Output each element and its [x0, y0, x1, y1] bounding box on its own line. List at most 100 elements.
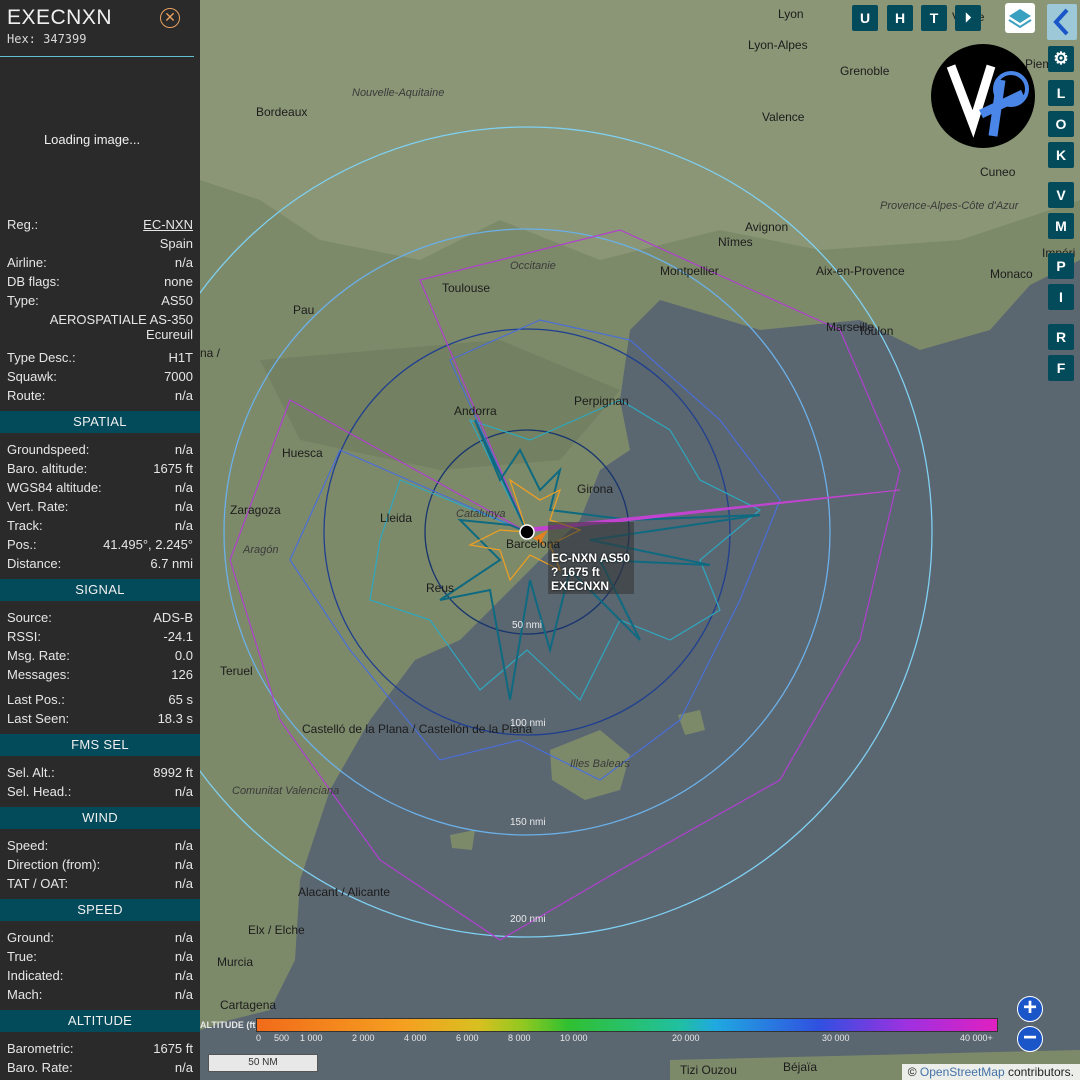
map-label: Monaco — [990, 267, 1033, 281]
section-signal[interactable]: SIGNAL — [0, 579, 200, 601]
map-label: Nouvelle-Aquitaine — [352, 87, 445, 99]
map-label: Grenoble — [840, 64, 890, 78]
signal-value: ADS-B — [153, 610, 193, 625]
map-label: na / — [200, 346, 221, 360]
speed-key: Ground: — [7, 930, 54, 945]
section-speed[interactable]: SPEED — [0, 899, 200, 921]
button-u[interactable]: U — [852, 5, 878, 31]
legend-tick: 2 000 — [352, 1033, 375, 1043]
zoom-in-button[interactable]: + — [1017, 996, 1043, 1022]
spatial-row: Distance: 6.7 nmi — [7, 554, 193, 573]
button-o[interactable]: O — [1048, 111, 1074, 137]
fms-value: 8992 ft — [153, 765, 193, 780]
aircraft-map-label[interactable]: EC-NXN AS50 ? 1675 ft EXECNXN — [551, 551, 630, 593]
speed-value: n/a — [174, 968, 193, 983]
reg-key: Reg.: — [7, 217, 39, 232]
section-altitude[interactable]: ALTITUDE — [0, 1010, 200, 1032]
button-i[interactable]: I — [1048, 284, 1074, 310]
speed-row: Ground: n/a — [7, 928, 193, 947]
fms-value: n/a — [174, 784, 193, 799]
button-t[interactable]: T — [921, 5, 947, 31]
button-v[interactable]: V — [1048, 182, 1074, 208]
range-label-200: 200 nmi — [510, 914, 546, 925]
replay-icon[interactable]: ⏵ — [955, 5, 981, 31]
button-k[interactable]: K — [1048, 142, 1074, 168]
button-l[interactable]: L — [1048, 80, 1074, 106]
altitude-row: Barometric: 1675 ft — [7, 1039, 193, 1058]
info-row-airline: Airline: n/a — [7, 253, 193, 272]
close-icon[interactable]: ✕ — [160, 8, 180, 28]
map-label: Lyon-Alpes — [748, 38, 808, 52]
fms-key: Sel. Alt.: — [7, 765, 55, 780]
altitude-row: Baro. Rate: n/a — [7, 1058, 193, 1077]
signal-value: 0.0 — [174, 648, 193, 663]
button-m[interactable]: M — [1048, 213, 1074, 239]
spatial-row: Groundspeed: n/a — [7, 440, 193, 459]
route-value: n/a — [174, 388, 193, 403]
section-spatial[interactable]: SPATIAL — [0, 411, 200, 433]
registration-link[interactable]: EC-NXN — [143, 217, 193, 232]
aircraft-callsign: EXECNXN — [7, 6, 113, 29]
spatial-value: n/a — [174, 442, 193, 457]
signal-row: RSSI: -24.1 — [7, 627, 193, 646]
zoom-out-button[interactable]: − — [1017, 1026, 1043, 1052]
button-h[interactable]: H — [887, 5, 913, 31]
info-row-reg: Reg.: EC-NXN — [7, 215, 193, 234]
button-r[interactable]: R — [1048, 324, 1074, 350]
altitude-value: n/a — [174, 1060, 193, 1075]
dbflags-key: DB flags: — [7, 274, 60, 289]
attribution-suffix: contributors. — [1004, 1065, 1074, 1079]
signal-value: -24.1 — [163, 629, 193, 644]
button-f[interactable]: F — [1048, 355, 1074, 381]
map-label: Occitanie — [510, 260, 556, 272]
layers-icon[interactable] — [1005, 3, 1035, 33]
map-label: Aragón — [243, 544, 279, 556]
wind-value: n/a — [174, 838, 193, 853]
logo-icon — [931, 44, 1035, 148]
map-label: Avignon — [745, 220, 789, 234]
speed-value: n/a — [174, 949, 193, 964]
legend-tick: 30 000 — [822, 1033, 850, 1043]
type-key: Type: — [7, 293, 39, 308]
speed-value: n/a — [174, 987, 193, 1002]
spatial-key: Groundspeed: — [7, 442, 90, 457]
country: Spain — [159, 236, 193, 251]
speed-row: Mach: n/a — [7, 985, 193, 1004]
section-fms-sel[interactable]: FMS SEL — [0, 734, 200, 756]
spatial-key: Distance: — [7, 556, 62, 571]
altitude-legend-title: ALTITUDE (ft) — [200, 1020, 259, 1030]
info-row-typedesc: Type Desc.: H1T — [7, 348, 193, 367]
signal-value: 18.3 s — [157, 711, 193, 726]
osm-link[interactable]: OpenStreetMap — [920, 1065, 1005, 1079]
button-p[interactable]: P — [1048, 253, 1074, 279]
speed-key: Indicated: — [7, 968, 64, 983]
altitude-value: 1675 ft — [153, 1041, 193, 1056]
wind-value: n/a — [174, 876, 193, 891]
settings-icon[interactable]: ⚙ — [1048, 46, 1074, 72]
signal-key: RSSI: — [7, 629, 41, 644]
attribution-prefix: © — [907, 1065, 920, 1079]
wind-value: n/a — [174, 857, 193, 872]
speed-row: Indicated: n/a — [7, 966, 193, 985]
fms-row: Sel. Head.: n/a — [7, 782, 193, 801]
signal-row: Msg. Rate: 0.0 — [7, 646, 193, 665]
map-label: Aix-en-Provence — [816, 264, 905, 278]
section-wind[interactable]: WIND — [0, 807, 200, 829]
signal-key: Last Seen: — [7, 711, 70, 726]
map-label: Perpignan — [574, 394, 629, 408]
map-label: Cartagena — [220, 998, 277, 1012]
spatial-row: Baro. altitude: 1675 ft — [7, 459, 193, 478]
airline-key: Airline: — [7, 255, 47, 270]
map-view[interactable]: Lyon Grenoble Valence Bordeaux Nouvelle-Aqui… — [200, 0, 1080, 1080]
spatial-value: n/a — [174, 499, 193, 514]
spatial-key: Track: — [7, 518, 43, 533]
signal-key: Msg. Rate: — [7, 648, 70, 663]
collapse-icon[interactable] — [1047, 4, 1077, 40]
squawk-key: Squawk: — [7, 369, 57, 384]
legend-tick: 6 000 — [456, 1033, 479, 1043]
map-label: Teruel — [220, 664, 253, 678]
range-label-50: 50 nmi — [512, 620, 543, 631]
photo-loading-text: Loading image... — [43, 132, 141, 147]
info-row-route: Route: n/a — [7, 386, 193, 405]
map-label: Murcia — [217, 955, 254, 969]
